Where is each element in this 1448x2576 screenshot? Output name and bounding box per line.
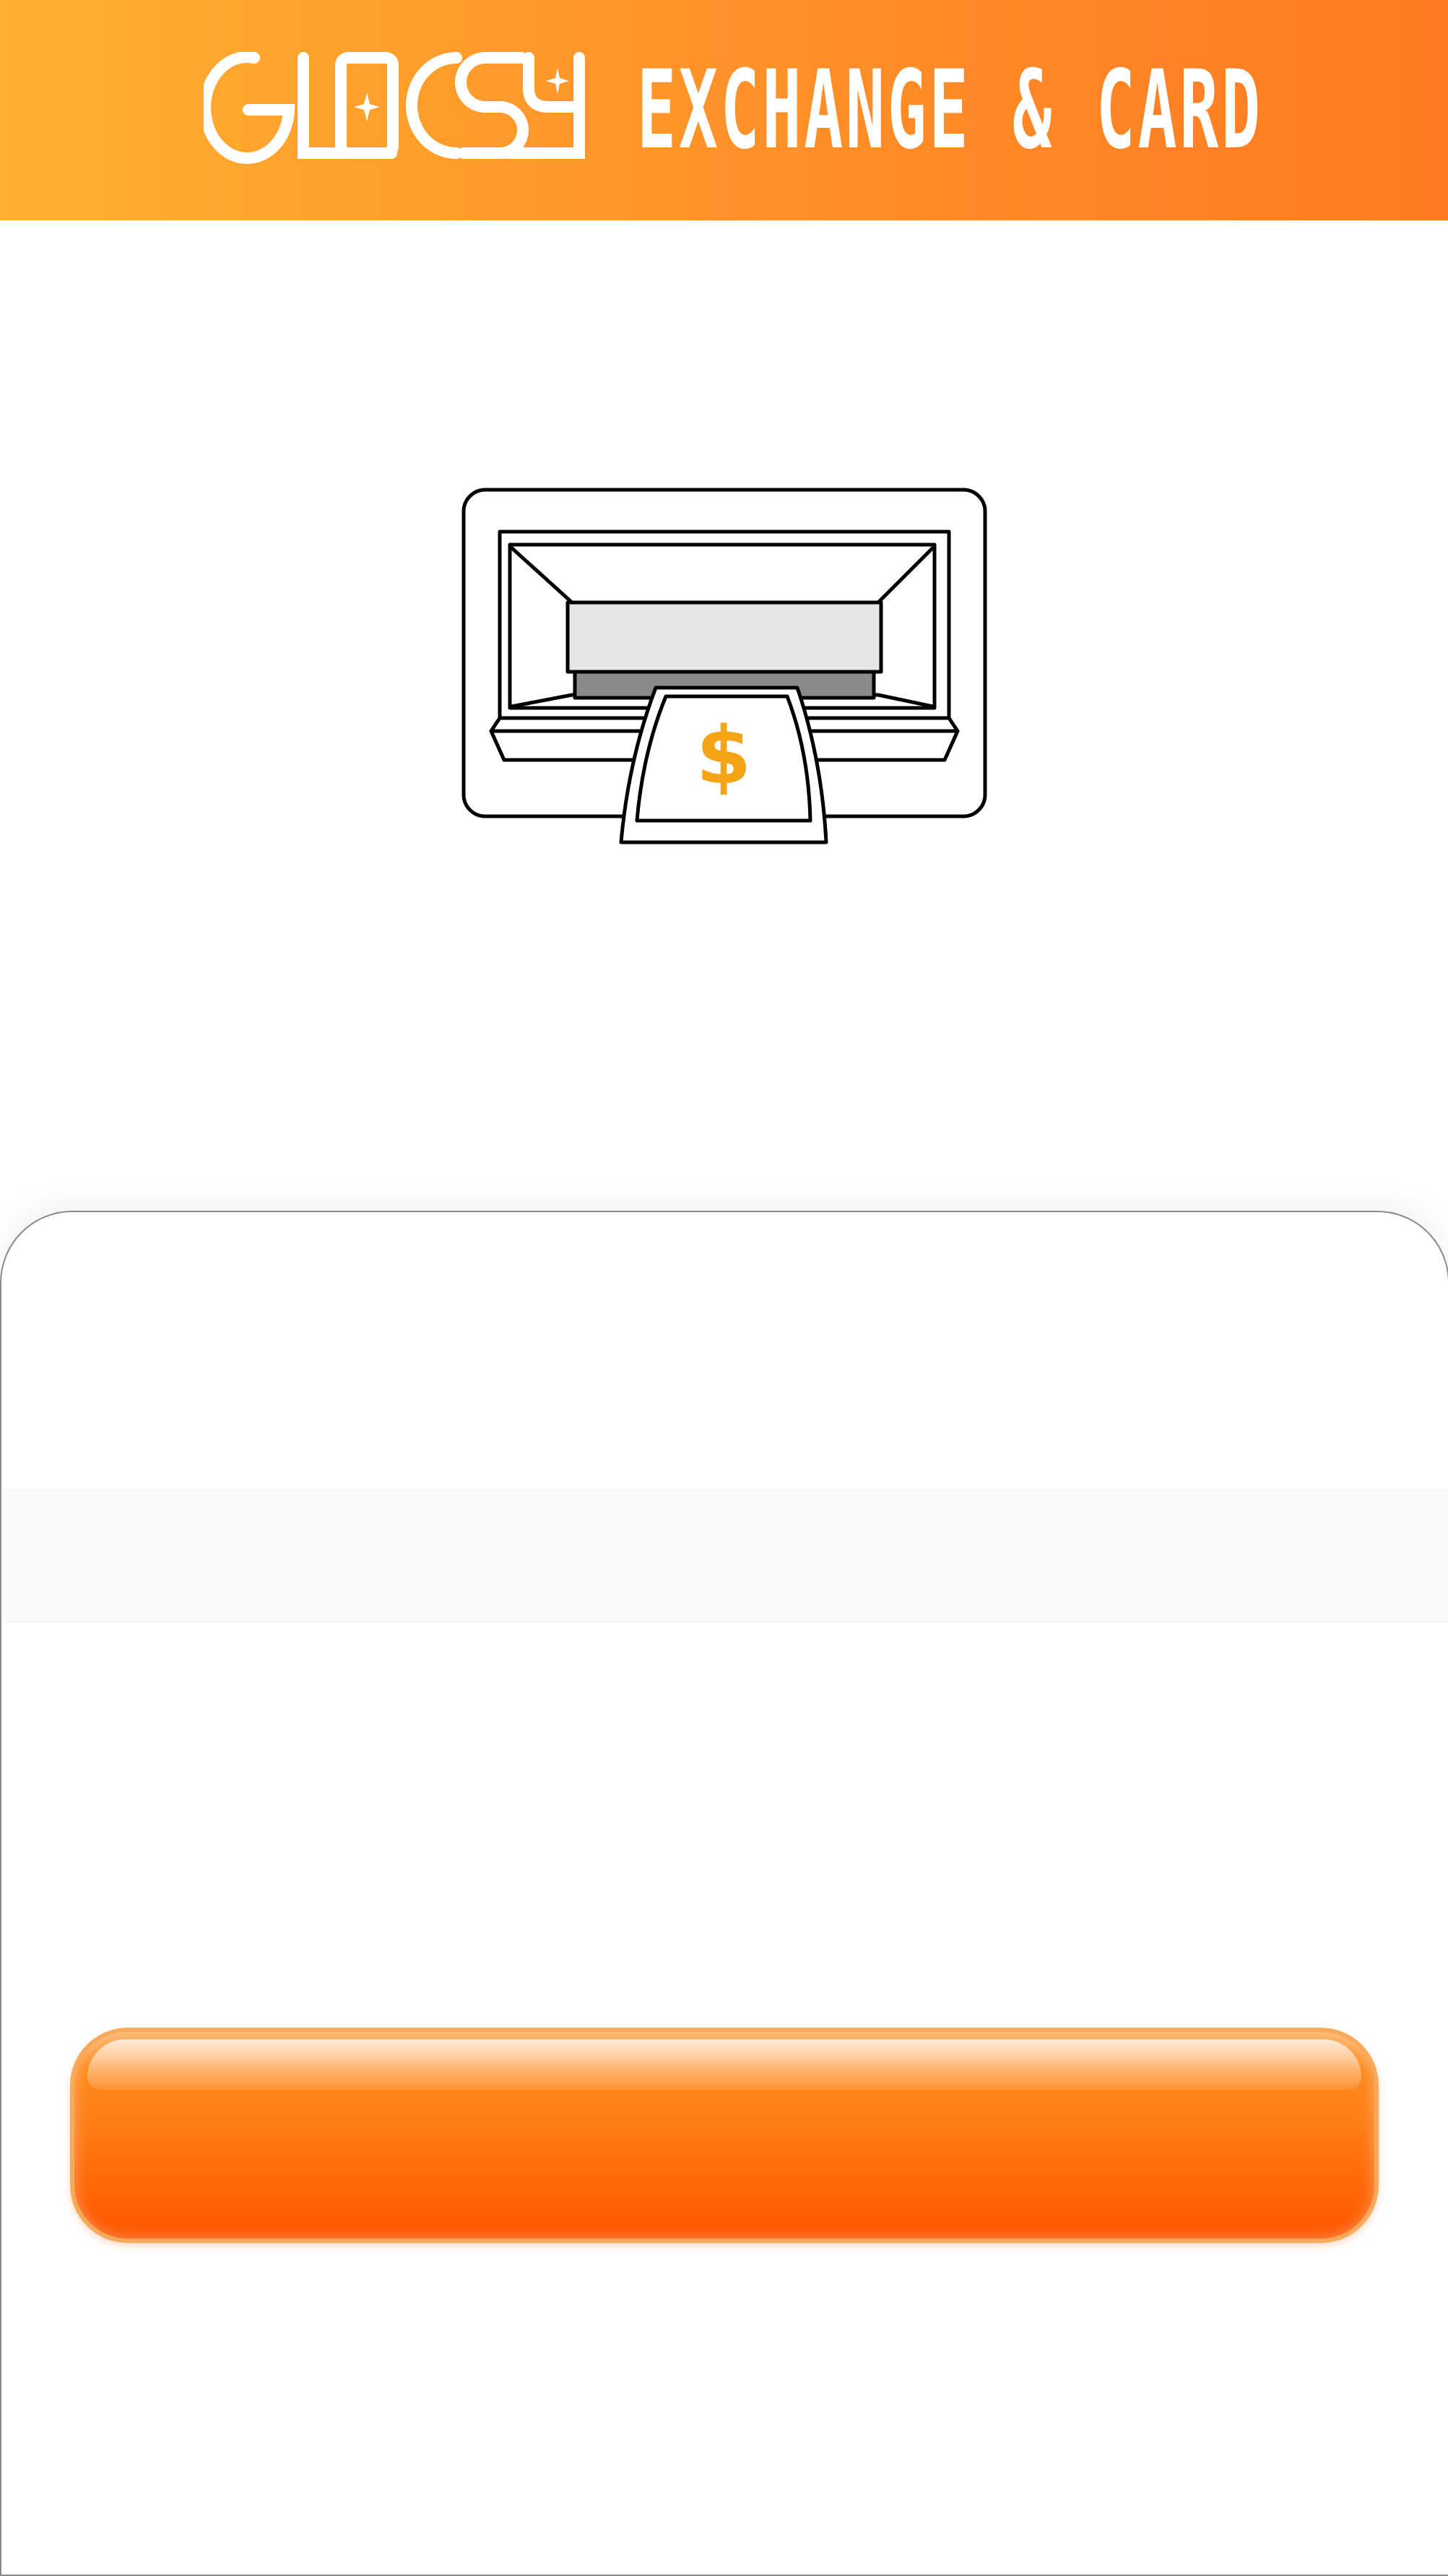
brand-logo: EXCHANGE & CARD: [204, 52, 1260, 168]
content-panel: [0, 1211, 1448, 2576]
currency-symbol: $: [696, 709, 752, 802]
brand-tagline: EXCHANGE & CARD: [637, 48, 1263, 173]
button-gloss: [87, 2039, 1361, 2090]
panel-strip: [1, 1489, 1448, 1623]
primary-action-button[interactable]: [70, 2028, 1379, 2243]
atm-cash-icon: $: [459, 485, 989, 847]
app-header: EXCHANGE & CARD: [0, 0, 1448, 220]
